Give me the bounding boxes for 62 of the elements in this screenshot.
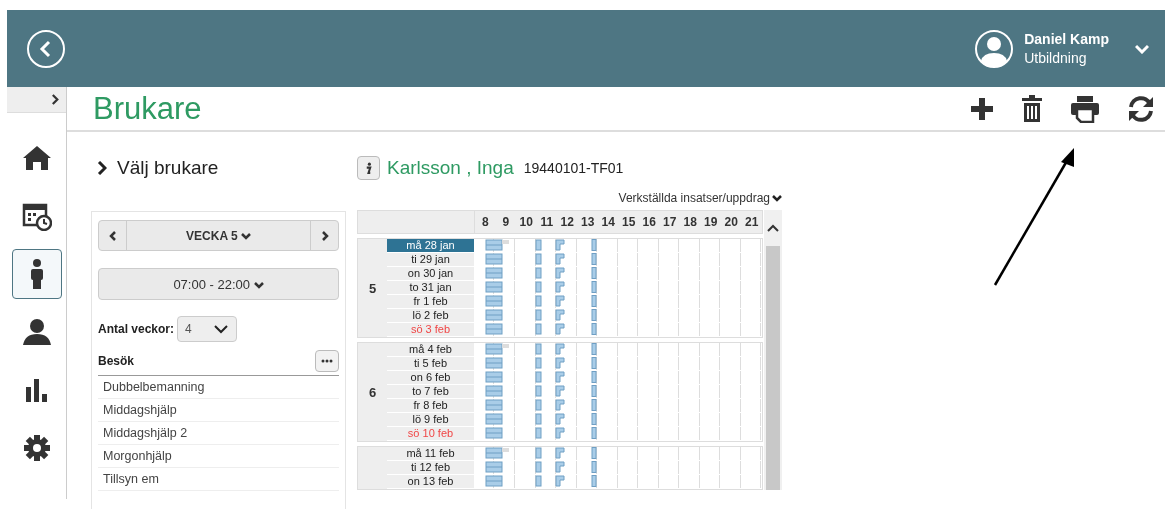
hour-label: 9 xyxy=(501,214,511,231)
calendar-clock-icon xyxy=(21,201,52,231)
hour-label: 8 xyxy=(480,214,490,231)
ellipsis-icon xyxy=(321,359,333,363)
week-number: 5 xyxy=(368,280,377,296)
trash-icon[interactable] xyxy=(1021,94,1043,123)
hour-label: 13 xyxy=(580,214,596,231)
visits-heading: Besök xyxy=(98,354,135,368)
visit-item[interactable]: Middagshjälp xyxy=(98,399,339,422)
hour-label: 21 xyxy=(744,214,760,231)
page-title: Brukare xyxy=(93,90,202,127)
visit-item[interactable]: Tillsyn em xyxy=(98,468,339,491)
day-label[interactable]: må 28 jan xyxy=(387,239,474,252)
visit-item[interactable]: Dubbelbemanning xyxy=(98,376,339,399)
home-icon xyxy=(21,145,52,171)
avatar-icon xyxy=(974,28,1015,69)
refresh-icon[interactable] xyxy=(1127,94,1155,123)
back-icon[interactable] xyxy=(26,28,66,69)
hour-label: 20 xyxy=(723,214,739,231)
hour-label: 19 xyxy=(703,214,719,231)
visit-item[interactable]: Middagshjälp 2 xyxy=(98,422,339,445)
print-icon[interactable] xyxy=(1070,94,1100,123)
filter-dropdown[interactable]: Verkställda insatser/uppdrag xyxy=(618,191,782,205)
visit-item[interactable]: Morgonhjälp xyxy=(98,445,339,468)
info-icon xyxy=(365,161,372,175)
client-name: Karlsson , Inga xyxy=(387,157,514,179)
chevron-up-icon[interactable] xyxy=(767,224,779,232)
user-icon xyxy=(21,318,52,346)
chevron-icon xyxy=(51,94,60,105)
bar-chart-icon xyxy=(23,377,50,403)
hour-label: 12 xyxy=(559,214,575,231)
chevron-right-icon xyxy=(320,230,329,241)
add-icon[interactable] xyxy=(970,96,994,121)
week-number: 6 xyxy=(368,384,377,400)
client-id: 19440101-TF01 xyxy=(523,160,624,176)
info-button[interactable] xyxy=(357,156,380,180)
chevron-down-icon xyxy=(214,324,229,334)
hour-label: 15 xyxy=(621,214,637,231)
sidebar-toggle[interactable] xyxy=(7,87,66,113)
weeks-count-select[interactable]: 4 xyxy=(177,316,238,342)
weeks-count-label: Antal veckor: xyxy=(98,322,175,336)
chevron-down-icon[interactable] xyxy=(1135,43,1149,54)
scrollbar[interactable] xyxy=(764,210,782,490)
chevron-down-icon xyxy=(253,281,264,289)
hour-label: 11 xyxy=(539,214,555,231)
chevron-down-icon xyxy=(772,194,782,202)
chevron-right-icon xyxy=(97,161,107,175)
chevron-left-icon xyxy=(108,230,117,241)
hour-label: 16 xyxy=(641,214,657,231)
time-range-dropdown[interactable]: 07:00 - 22:00 xyxy=(98,268,339,300)
settings-icon xyxy=(22,434,51,462)
hour-label: 10 xyxy=(518,214,534,231)
user-role: Utbildning xyxy=(1024,50,1088,66)
hour-label: 14 xyxy=(600,214,616,231)
nav-item[interactable] xyxy=(11,249,62,299)
hour-label: 17 xyxy=(662,214,678,231)
chevron-down-icon xyxy=(240,232,251,240)
user-name: Daniel Kamp xyxy=(1024,31,1109,47)
choose-client-toggle[interactable]: Välj brukare xyxy=(91,156,346,180)
hour-label: 18 xyxy=(682,214,698,231)
person-icon xyxy=(29,259,44,289)
more-button[interactable] xyxy=(315,350,339,372)
